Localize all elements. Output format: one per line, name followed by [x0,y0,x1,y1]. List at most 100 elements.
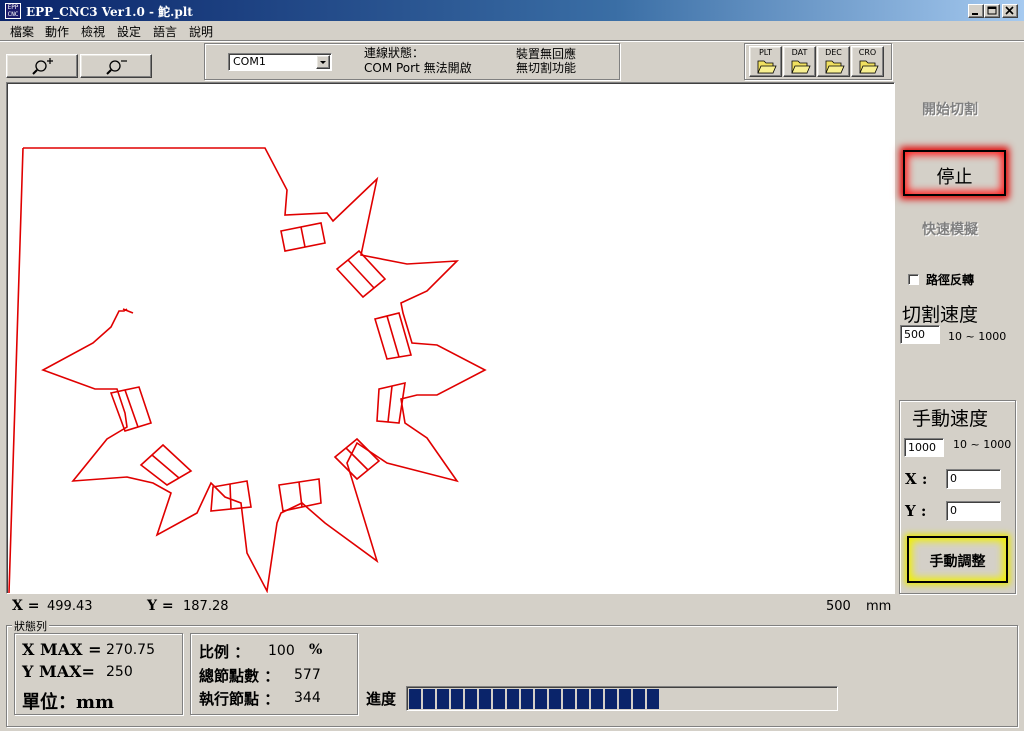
manual-speed-title: 手動速度 [912,408,989,430]
exec-nodes-value: 344 [294,690,321,706]
cro-button-label: CRO [858,48,877,57]
progress-block [465,689,477,709]
progress-block [605,689,617,709]
port-select-value: COM1 [233,55,266,68]
ymax-value: 250 [106,664,133,680]
progress-block [521,689,533,709]
gear-slot-divider [347,259,375,289]
progress-bar [406,686,838,711]
manual-y-label: Y : [905,502,927,520]
manual-adjust-button[interactable]: 手動調整 [907,536,1008,583]
progress-block [479,689,491,709]
exec-nodes-label: 執行節點 ： [199,690,280,708]
cut-path-left-edge [8,147,24,593]
menu-file[interactable]: 檔案 [10,23,34,40]
dat-button[interactable]: DAT [783,46,816,77]
ratio-value: 100 [268,643,295,659]
zoom-in-button[interactable] [6,54,78,78]
zoom-out-icon [106,60,127,75]
progress-block [409,689,421,709]
plt-drawing [8,147,487,593]
maximize-icon [987,6,997,15]
folder-icon [825,60,845,74]
gear-outline [109,222,413,512]
cursor-y-value: 187.28 [183,599,229,614]
manual-y-input[interactable]: 0 [946,501,1001,521]
gear-slot-divider [151,454,180,479]
progress-block [535,689,547,709]
progress-block [619,689,631,709]
xmax-value: 270.75 [106,642,155,658]
manual-x-label: X : [905,470,928,488]
reverse-path-checkbox[interactable] [908,274,919,285]
cut-speed-input[interactable]: 500 [900,325,940,344]
cro-button[interactable]: CRO [851,46,884,77]
folder-icon [791,60,811,74]
menu-help[interactable]: 說明 [189,23,213,40]
menu-settings[interactable]: 設定 [117,23,141,40]
unit-label: 單位：mm [22,692,115,713]
progress-block [451,689,463,709]
start-cut-button[interactable]: 開始切割 [922,99,978,119]
gear-slot-divider [387,385,393,423]
app-icon-text: EPP CNC [7,4,19,18]
minimize-button[interactable] [968,4,984,18]
manual-adjust-label: 手動調整 [929,554,986,570]
manual-speed-range: 10 ~ 1000 [953,438,1012,451]
manual-speed-input[interactable]: 1000 [904,438,944,457]
connection-status: COM Port 無法開啟 [364,61,472,75]
chevron-down-icon [320,61,326,64]
port-select[interactable]: COM1 [228,53,332,71]
zoom-in-icon [32,58,53,75]
cursor-x-label: X = [12,598,40,614]
ymax-label: Y MAX= [22,662,95,681]
progress-block [577,689,589,709]
dec-button[interactable]: DEC [817,46,850,77]
ratio-label: 比例 ： [199,643,250,661]
maximize-button[interactable] [984,4,1000,18]
gear-slot-divider [386,315,400,358]
cursor-y-label: Y = [147,598,174,614]
progress-block [423,689,435,709]
scale-unit: mm [866,599,892,614]
progress-block [563,689,575,709]
drawing-canvas[interactable] [6,82,895,594]
close-icon [1005,6,1014,15]
cut-speed-range: 10 ~ 1000 [948,330,1007,343]
progress-block [647,689,659,709]
zoom-out-button[interactable] [80,54,152,78]
progress-block [507,689,519,709]
cursor-x-value: 499.43 [47,599,93,614]
plt-button-label: PLT [758,48,773,57]
minimize-icon [972,13,978,15]
progress-block [437,689,449,709]
cut-path-outline [23,147,487,593]
cut-speed-title: 切割速度 [902,304,979,326]
stop-button-label: 停止 [936,167,973,188]
window-title: EPP_CNC3 Ver1.0 - 鮀.plt [26,5,193,19]
reverse-path-label: 路徑反轉 [926,273,975,287]
total-nodes-label: 總節點數 ： [199,667,280,685]
dat-button-label: DAT [791,48,808,57]
progress-block [633,689,645,709]
device-status-2: 無切割功能 [516,61,577,75]
fast-sim-button[interactable]: 快速模擬 [922,219,978,239]
stop-button[interactable]: 停止 [903,150,1006,196]
menu-view[interactable]: 檢視 [81,23,105,40]
progress-label: 進度 [366,690,397,708]
xmax-label: X MAX = [22,640,102,659]
menu-action[interactable]: 動作 [45,23,69,40]
progress-block [591,689,603,709]
menu-language[interactable]: 語言 [153,23,177,40]
port-select-dropdown[interactable] [316,55,330,69]
app-icon[interactable]: EPP CNC [5,3,21,19]
gear-slot-divider [300,226,306,248]
folder-icon [757,60,777,74]
close-button[interactable] [1002,4,1018,18]
ratio-unit: % [309,642,323,658]
plt-button[interactable]: PLT [749,46,782,77]
manual-x-input[interactable]: 0 [946,469,1001,489]
progress-block [493,689,505,709]
dec-button-label: DEC [825,48,842,57]
scale-value: 500 [826,599,851,614]
